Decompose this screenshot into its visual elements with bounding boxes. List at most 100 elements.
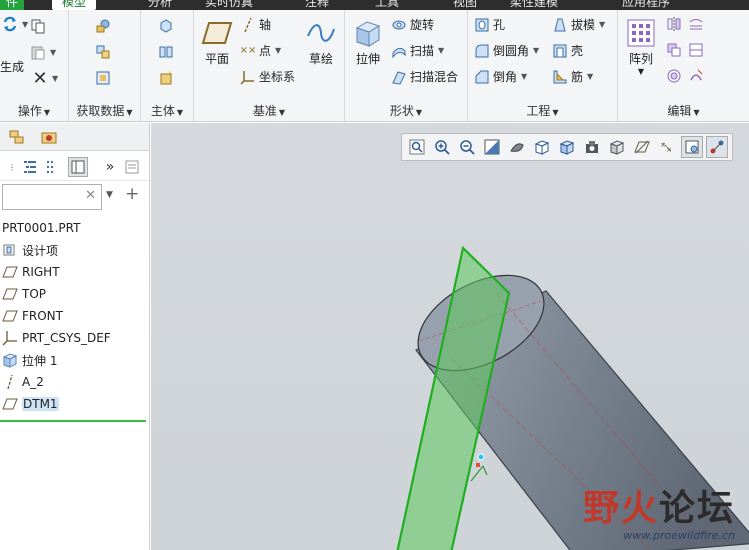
insert-here-indicator[interactable] xyxy=(0,420,146,422)
copy-feature-button[interactable] xyxy=(666,42,682,58)
chevron-down-icon: ▼ xyxy=(52,73,59,83)
draft-button[interactable]: 拔模 ▼ xyxy=(552,16,605,33)
body-icon xyxy=(158,18,174,34)
tab-view[interactable]: 视图 xyxy=(453,0,477,10)
sketch-button[interactable]: 草绘 xyxy=(304,16,338,67)
tab-analysis[interactable]: 分析 xyxy=(148,0,172,10)
group-label-body: 主体 ▼ xyxy=(150,104,184,118)
sweep-button[interactable]: 扫描 ▼ xyxy=(391,42,444,59)
plane-button[interactable]: 平面 xyxy=(200,16,234,67)
design-items-icon xyxy=(2,242,18,258)
tree-item-part[interactable]: PRT0001.PRT xyxy=(0,217,150,239)
chevron-down-icon: ▼ xyxy=(126,108,133,117)
show-details-icon[interactable] xyxy=(122,157,142,177)
ribbon: ▼ 生成 ▼ ✕ ▼ 操作 ▼ 获取数据 ▼ 主体 ▼ 平面 轴 ×× 点 ▼ … xyxy=(0,10,749,122)
tab-annotate[interactable]: 注释 xyxy=(305,0,329,10)
user-defined-feature-button[interactable] xyxy=(95,18,111,34)
round-button[interactable]: 倒圆角 ▼ xyxy=(474,42,539,59)
paste-button[interactable]: ▼ xyxy=(30,44,56,60)
tab-tools[interactable]: 工具 xyxy=(375,0,399,10)
tree-filter-icon[interactable] xyxy=(20,157,40,177)
revolve-button[interactable]: 旋转 xyxy=(391,16,434,33)
shrinkwrap-icon xyxy=(95,70,111,86)
merge-button[interactable] xyxy=(688,42,704,58)
copy-button[interactable] xyxy=(30,18,46,34)
tab-live-simulation[interactable]: 实时仿真 xyxy=(205,0,253,10)
tree-item-axis[interactable]: A_2 xyxy=(0,371,150,393)
axis-button[interactable]: 轴 xyxy=(240,16,271,33)
rib-button[interactable]: 筋 ▼ xyxy=(552,68,593,85)
tab-flexible-modeling[interactable]: 柔性建模 xyxy=(510,0,558,10)
model-tree-tab-icon[interactable] xyxy=(8,128,26,146)
tab-file[interactable]: 件 xyxy=(0,0,25,10)
tab-model[interactable]: 模型 xyxy=(52,0,97,10)
chevron-down-icon: ▼ xyxy=(637,67,645,76)
chevron-down-icon[interactable]: ▼ xyxy=(106,190,113,200)
chevron-down-icon: ▼ xyxy=(587,72,594,81)
chamfer-button[interactable]: 倒角 ▼ xyxy=(474,68,527,85)
datum-plane-icon xyxy=(2,264,18,280)
datum-axis-icon xyxy=(240,17,256,33)
ribbon-tab-strip: 件 模型 分析 实时仿真 注释 工具 视图 柔性建模 应用程序 xyxy=(0,0,749,10)
chevron-down-icon: ▼ xyxy=(693,108,700,117)
tree-settings-icon[interactable] xyxy=(68,157,88,177)
chevron-down-icon: ▼ xyxy=(533,46,540,55)
regenerate-label: 生成 xyxy=(0,60,25,74)
add-filter-icon[interactable]: + xyxy=(125,184,139,204)
group-editing: 阵列 ▼ 编辑 ▼ xyxy=(618,10,749,122)
group-body: 主体 ▼ xyxy=(141,10,194,122)
new-body-button[interactable] xyxy=(158,70,174,86)
extrude-button[interactable]: 拉伸 xyxy=(351,16,385,67)
shrinkwrap-button[interactable] xyxy=(95,70,111,86)
chevron-down-icon: ▼ xyxy=(176,108,184,117)
shell-button[interactable]: 壳 xyxy=(552,42,583,59)
point-button[interactable]: ×× 点 ▼ xyxy=(239,42,282,59)
swept-blend-icon xyxy=(391,69,407,85)
copy-geometry-button[interactable] xyxy=(95,44,111,60)
datum-plane-icon xyxy=(2,286,18,302)
tree-columns-icon[interactable] xyxy=(42,157,62,177)
tree-item-design-items[interactable]: 设计项 xyxy=(0,239,150,261)
offset-button[interactable] xyxy=(666,68,682,84)
model-tree-pane: ⋮ » ✕ ▼ + PRT0001.PRT 设计项 RIGHT TOP FRON… xyxy=(0,123,150,550)
pattern-button[interactable]: 阵列 ▼ xyxy=(624,16,658,76)
csys-button[interactable]: 坐标系 xyxy=(240,68,295,85)
close-icon: ✕ xyxy=(32,67,48,89)
hole-button[interactable]: 孔 xyxy=(474,16,505,33)
copy-geometry-icon xyxy=(95,44,111,60)
split-body-button[interactable] xyxy=(158,44,174,60)
mirror-button[interactable] xyxy=(666,16,682,32)
group-label-shapes: 形状 ▼ xyxy=(389,104,423,118)
tab-applications[interactable]: 应用程序 xyxy=(622,0,670,10)
chamfer-icon xyxy=(474,69,490,85)
datum-point-icon: ×× xyxy=(239,45,257,56)
regenerate-button[interactable]: ▼ xyxy=(2,16,28,32)
delete-button[interactable]: ✕ ▼ xyxy=(32,67,59,89)
drag-handle[interactable] xyxy=(470,453,488,482)
tree-item-dtm1[interactable]: DTM1 xyxy=(0,393,150,415)
project-button[interactable] xyxy=(688,16,704,32)
group-shapes: 拉伸 旋转 扫描 ▼ 扫描混合 形状 ▼ xyxy=(345,10,468,122)
model-tree-search: ✕ ▼ + xyxy=(0,181,149,213)
datum-plane-icon xyxy=(200,16,234,50)
clear-search-icon[interactable]: ✕ xyxy=(85,188,96,203)
tree-item-csys[interactable]: PRT_CSYS_DEF xyxy=(0,327,150,349)
body-button[interactable] xyxy=(158,18,174,34)
tree-item-extrude[interactable]: 拉伸 1 xyxy=(0,349,150,371)
chevron-down-icon: ▼ xyxy=(552,108,559,117)
paste-icon xyxy=(30,44,46,60)
udf-icon xyxy=(95,18,111,34)
group-label-operations: 操作 ▼ xyxy=(17,104,51,118)
tree-item-top[interactable]: TOP xyxy=(0,283,150,305)
trim-button[interactable] xyxy=(688,68,704,84)
chevron-down-icon: ▼ xyxy=(521,72,528,81)
graphics-window[interactable]: × × 野火论坛 www.proewildfire.cn xyxy=(151,123,749,550)
expand-pane-icon[interactable]: » xyxy=(100,157,120,177)
swept-blend-button[interactable]: 扫描混合 xyxy=(391,68,458,85)
folder-browser-tab-icon[interactable] xyxy=(40,128,58,146)
tree-item-front[interactable]: FRONT xyxy=(0,305,150,327)
group-datum: 平面 轴 ×× 点 ▼ 坐标系 草绘 基准 ▼ xyxy=(194,10,345,122)
tree-item-right[interactable]: RIGHT xyxy=(0,261,150,283)
datum-plane-icon xyxy=(2,308,18,324)
search-input[interactable]: ✕ xyxy=(2,184,102,210)
